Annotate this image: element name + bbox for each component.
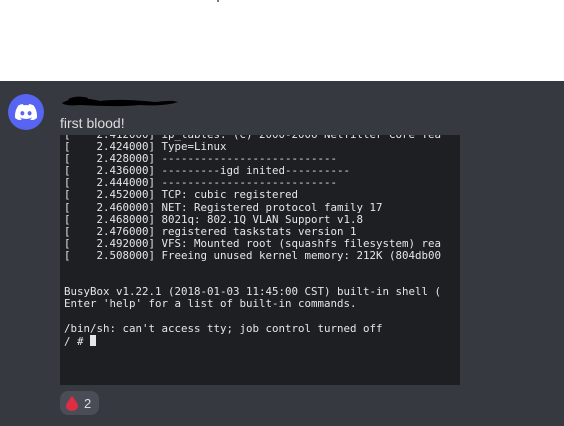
- discord-logo-icon: [15, 104, 37, 120]
- terminal-line: Enter 'help' for a list of built-in comm…: [64, 297, 357, 311]
- terminal-line: [ 2.508000] Freeing unused kernel memory…: [64, 248, 442, 262]
- terminal-cursor: [90, 334, 97, 346]
- terminal-screenshot: [ 2.412000] ip_tables: (C) 2000-2006 Net…: [60, 135, 460, 385]
- shell-prompt: / #: [64, 334, 91, 348]
- message-text: first blood!: [60, 115, 125, 131]
- chat-message: first blood! [ 2.412000] ip_tables: (C) …: [0, 81, 564, 426]
- terminal-line: [ 2.468000] 8021q: 802.1Q VLAN Support v…: [64, 212, 364, 226]
- avatar[interactable]: [8, 94, 44, 130]
- terminal-prompt-line: / #: [64, 334, 441, 348]
- redacted-username: [62, 96, 178, 107]
- terminal-line: [ 2.460000] NET: Registered protocol fam…: [64, 200, 383, 214]
- stray-dot: [217, 0, 219, 2]
- screenshot: first blood! [ 2.412000] ip_tables: (C) …: [0, 0, 564, 426]
- terminal-line: /bin/sh: can't access tty; job control t…: [64, 321, 383, 335]
- reaction-count: 2: [84, 395, 92, 411]
- reaction-button[interactable]: 2: [60, 391, 100, 415]
- terminal-output: [ 2.412000] ip_tables: (C) 2000-2006 Net…: [64, 135, 441, 347]
- terminal-line: [ 2.452000] TCP: cubic registered: [64, 188, 299, 202]
- drop-of-blood-icon: [66, 395, 78, 411]
